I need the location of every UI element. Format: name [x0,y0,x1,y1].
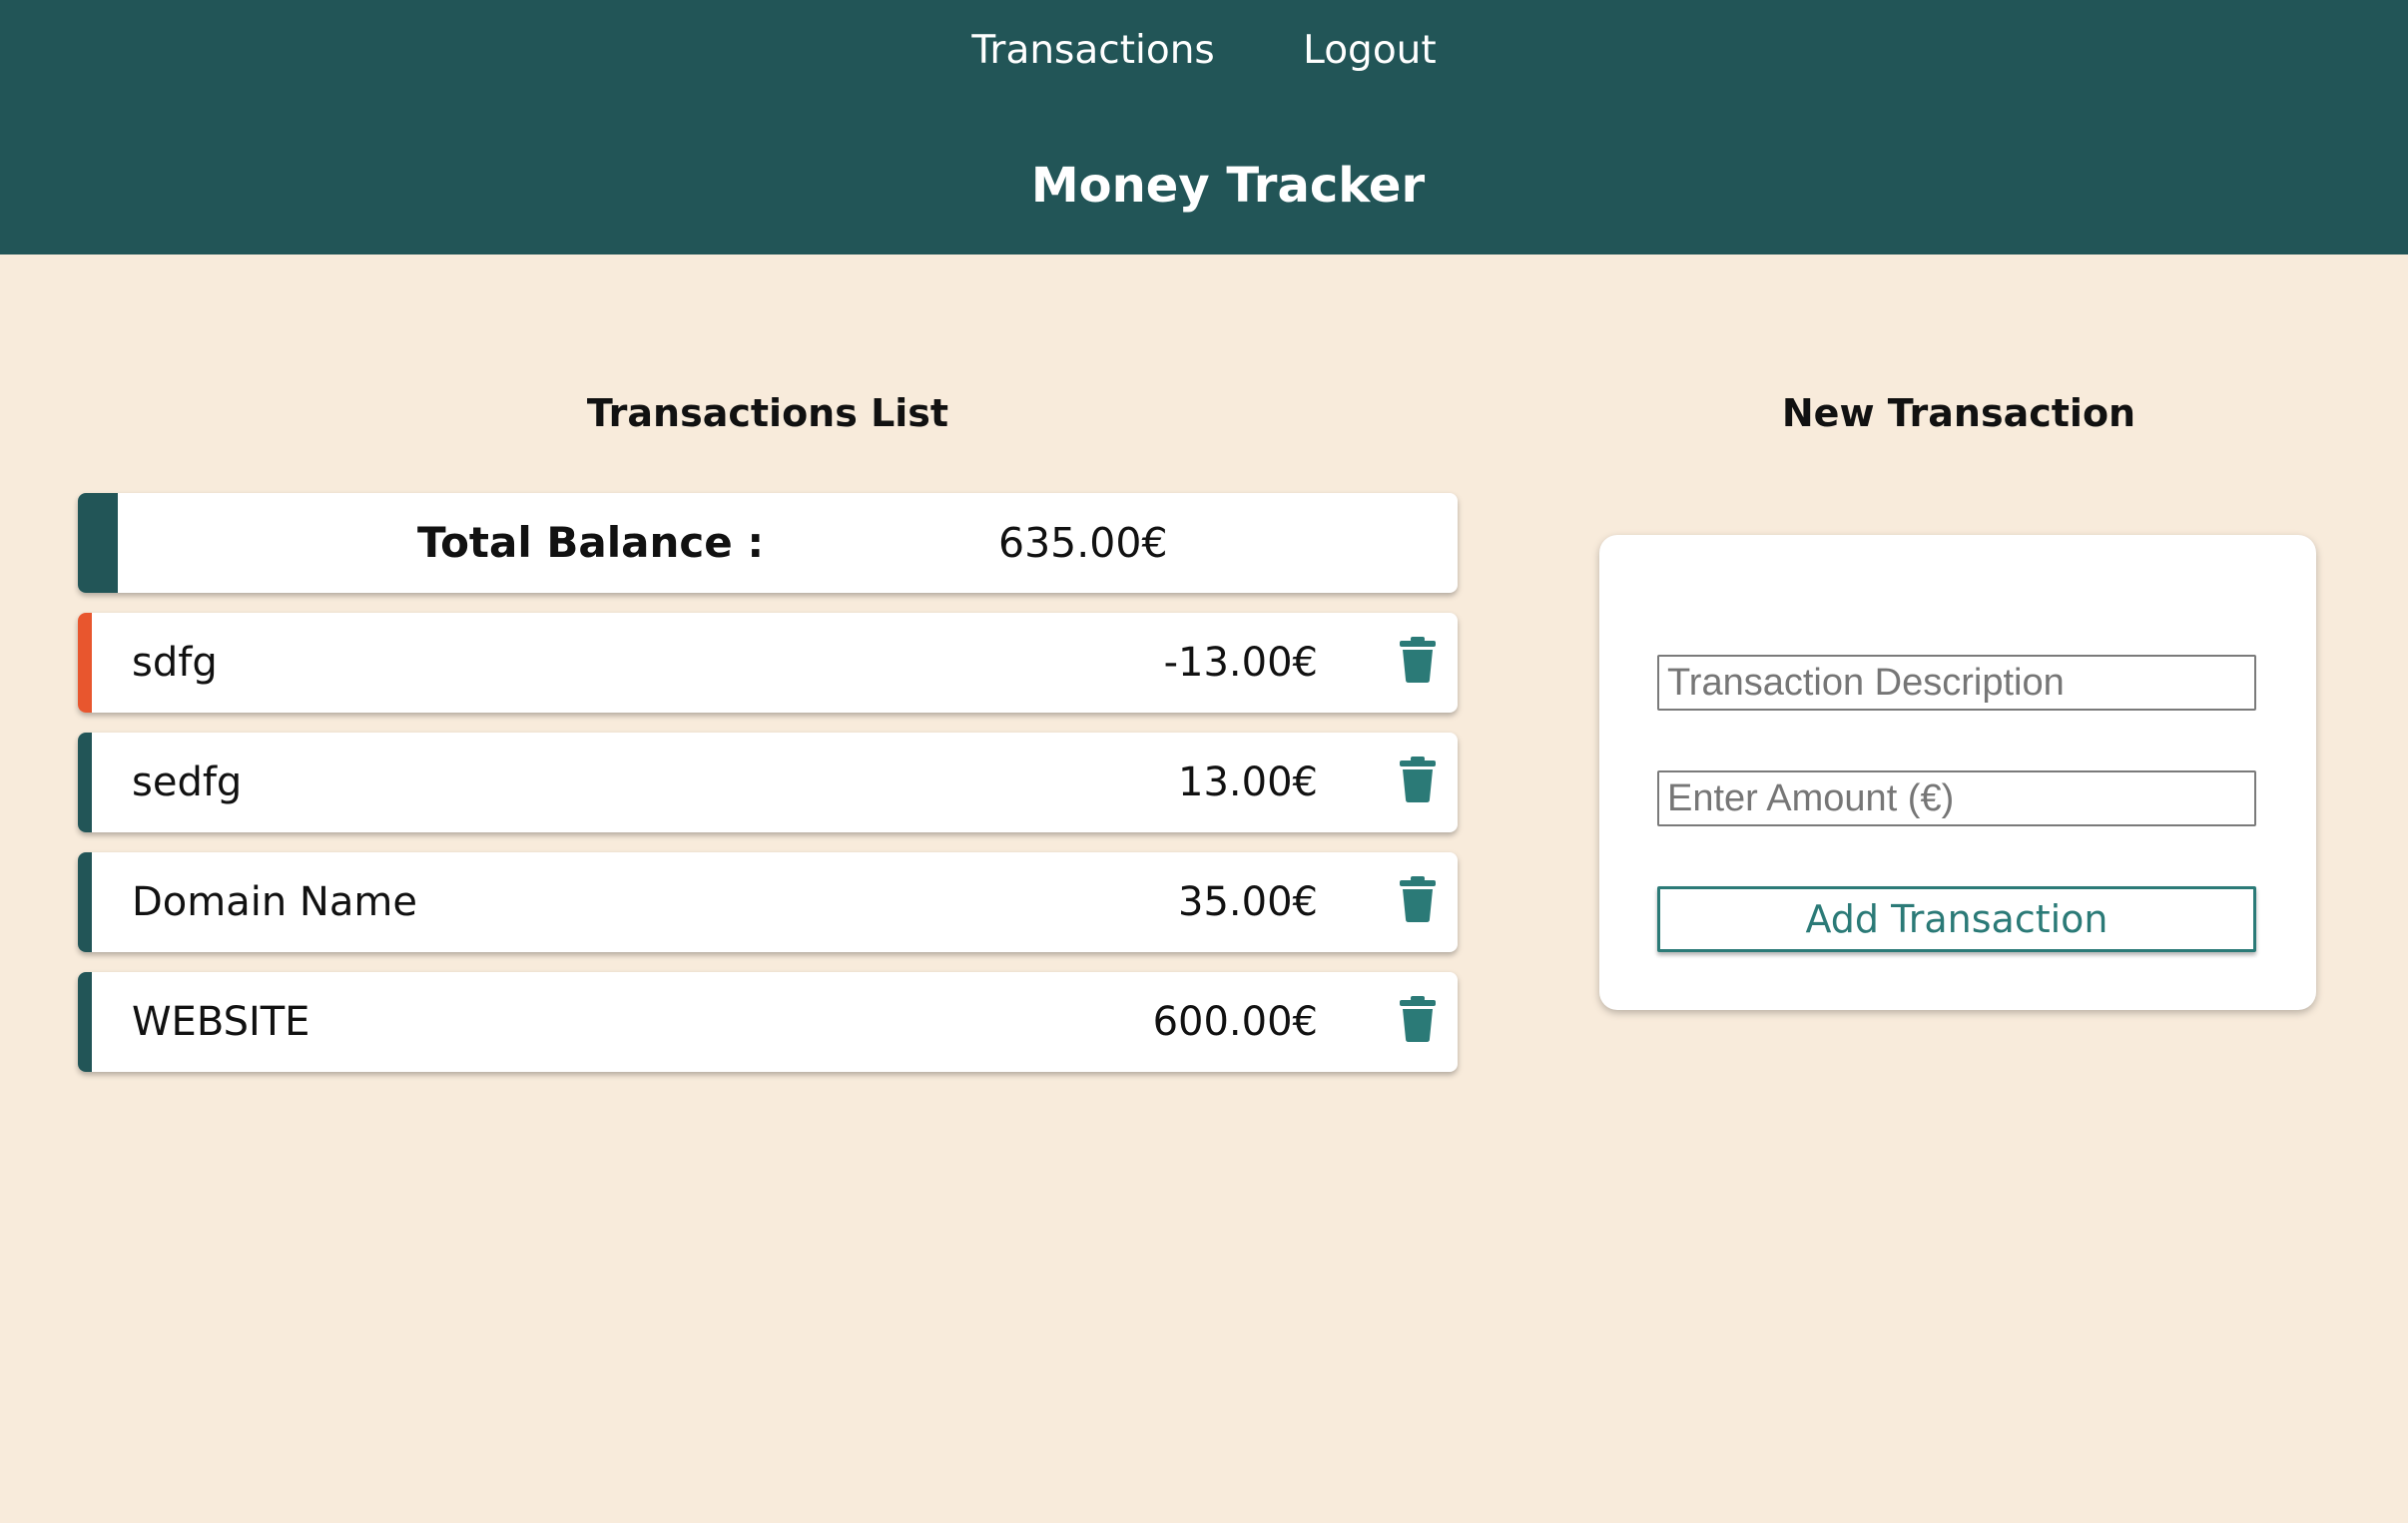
transaction-description: sedfg [132,760,243,805]
transaction-description-input[interactable] [1657,655,2256,711]
trash-icon[interactable] [1398,876,1438,922]
new-transaction-title: New Transaction [1781,391,2136,435]
transaction-stripe [78,972,92,1072]
transaction-item: Domain Name 35.00€ [78,852,1458,952]
nav-link-transactions[interactable]: Transactions [971,28,1214,73]
transaction-description: WEBSITE [132,999,310,1045]
transaction-stripe [78,613,92,713]
transaction-item: sdfg -13.00€ [78,613,1458,713]
app-header: Transactions Logout Money Tracker [0,0,2408,254]
transaction-amount: -13.00€ [1163,640,1318,686]
transactions-list-title: Transactions List [586,391,949,435]
add-transaction-button[interactable]: Add Transaction [1657,886,2256,952]
nav-link-logout[interactable]: Logout [1303,28,1437,73]
balance-stripe [78,493,118,593]
trash-icon[interactable] [1398,637,1438,683]
total-balance-card: Total Balance : 635.00€ [78,493,1458,593]
top-nav: Transactions Logout [0,28,2408,73]
transaction-amount: 35.00€ [1178,879,1318,925]
transaction-amount: 13.00€ [1178,760,1318,805]
trash-icon[interactable] [1398,757,1438,802]
total-balance-label: Total Balance : [417,518,765,567]
transaction-description: sdfg [132,640,218,686]
transaction-description: Domain Name [132,879,417,925]
trash-icon[interactable] [1398,996,1438,1042]
amount-input[interactable] [1657,770,2256,826]
transaction-amount: 600.00€ [1152,999,1318,1045]
new-transaction-form: Add Transaction [1599,535,2316,1010]
app-title: Money Tracker [1030,158,1426,214]
total-balance-value: 635.00€ [998,519,1168,567]
transaction-item: sedfg 13.00€ [78,733,1458,832]
transaction-item: WEBSITE 600.00€ [78,972,1458,1072]
transaction-stripe [78,852,92,952]
transaction-stripe [78,733,92,832]
